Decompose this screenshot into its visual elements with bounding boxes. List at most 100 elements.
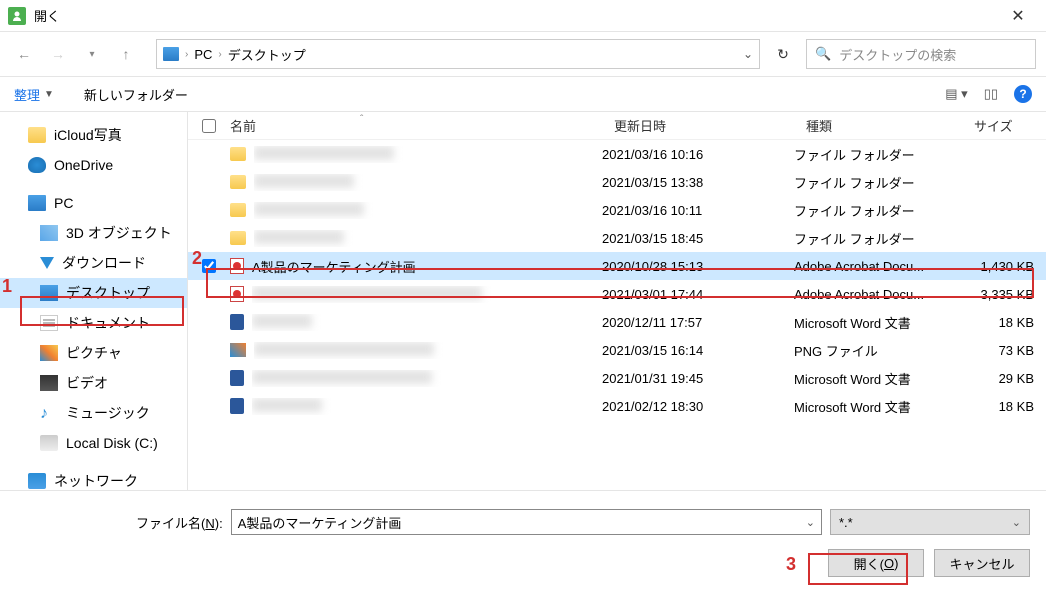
file-row[interactable]: 2021/01/31 19:45Microsoft Word 文書29 KB [188, 364, 1046, 392]
filename-value: A製品のマーケティング計画 [238, 513, 402, 532]
file-list: 名前ˆ 更新日時 種類 サイズ 2021/03/16 10:16ファイル フォル… [188, 112, 1046, 490]
sidebar-item-3d-objects[interactable]: 3D オブジェクト [0, 218, 187, 248]
chevron-right-icon: › [218, 49, 221, 60]
cancel-button[interactable]: キャンセル [934, 549, 1030, 577]
pictures-icon [40, 345, 58, 361]
sidebar-item-label: iCloud写真 [54, 125, 122, 145]
preview-pane-icon[interactable]: ▯▯ [984, 86, 998, 102]
filename-label: ファイル名(N): [16, 513, 223, 532]
annotation-3: 3 [786, 554, 796, 575]
nav-back-button[interactable]: ← [10, 40, 38, 68]
file-type: Microsoft Word 文書 [794, 369, 962, 388]
file-size: 1,430 KB [962, 259, 1034, 274]
chevron-down-icon[interactable]: ▼ [44, 89, 54, 100]
sidebar-item-documents[interactable]: ドキュメント [0, 308, 187, 338]
filename-input[interactable]: A製品のマーケティング計画 ⌄ [231, 509, 822, 535]
column-date[interactable]: 更新日時 [614, 116, 806, 135]
close-button[interactable]: ✕ [998, 6, 1038, 26]
sidebar-item-icloud[interactable]: iCloud写真 [0, 120, 187, 150]
sidebar-item-local-disk[interactable]: Local Disk (C:) [0, 428, 187, 458]
file-type: Microsoft Word 文書 [794, 397, 962, 416]
file-date: 2021/03/15 13:38 [602, 175, 794, 190]
sidebar-item-label: ネットワーク [54, 471, 138, 490]
sidebar-item-label: ビデオ [66, 373, 108, 393]
chevron-down-icon: ⌄ [1012, 516, 1021, 529]
sidebar-item-onedrive[interactable]: OneDrive [0, 150, 187, 180]
refresh-button[interactable]: ↻ [766, 39, 800, 69]
filetype-select[interactable]: *.* ⌄ [830, 509, 1030, 535]
pdf-icon [230, 258, 244, 274]
column-size[interactable]: サイズ [974, 116, 1046, 135]
file-row[interactable]: 2021/03/01 17:44Adobe Acrobat Docu...3,3… [188, 280, 1046, 308]
organize-menu[interactable]: 整理 [14, 85, 40, 104]
sidebar-item-label: デスクトップ [66, 283, 150, 303]
file-date: 2021/03/16 10:11 [602, 203, 794, 218]
file-date: 2021/01/31 19:45 [602, 371, 794, 386]
search-placeholder: デスクトップの検索 [839, 45, 956, 64]
column-type[interactable]: 種類 [806, 116, 974, 135]
sidebar-item-label: ミュージック [66, 403, 150, 423]
cube-icon [40, 225, 58, 241]
sidebar-item-label: ドキュメント [66, 313, 150, 333]
breadcrumb-desktop[interactable]: デスクトップ [228, 45, 306, 64]
column-label: 名前 [230, 119, 256, 134]
png-icon [230, 343, 246, 357]
search-input[interactable]: 🔍 デスクトップの検索 [806, 39, 1036, 69]
file-row[interactable]: 2021/03/15 18:45ファイル フォルダー [188, 224, 1046, 252]
file-date: 2020/10/28 15:13 [602, 259, 794, 274]
sidebar-item-pc[interactable]: PC [0, 188, 187, 218]
column-name[interactable]: 名前 ˆ [230, 116, 614, 135]
breadcrumb-pc[interactable]: PC [194, 47, 212, 62]
word-icon [230, 314, 244, 330]
new-folder-button[interactable]: 新しいフォルダー [84, 85, 188, 104]
file-row[interactable]: 2021/03/16 10:11ファイル フォルダー [188, 196, 1046, 224]
view-list-icon[interactable]: ▤ ▾ [945, 86, 967, 102]
sidebar-item-network[interactable]: ネットワーク [0, 466, 187, 490]
videos-icon [40, 375, 58, 391]
file-type: ファイル フォルダー [794, 229, 962, 248]
checkbox-header[interactable] [188, 119, 230, 133]
sidebar-item-videos[interactable]: ビデオ [0, 368, 187, 398]
desktop-icon [40, 285, 58, 301]
filetype-value: *.* [839, 515, 853, 530]
file-date: 2021/03/16 10:16 [602, 147, 794, 162]
nav-dropdown-icon[interactable]: ▾ [78, 40, 106, 68]
sidebar-item-pictures[interactable]: ピクチャ [0, 338, 187, 368]
pc-icon [28, 195, 46, 211]
open-button[interactable]: 開く(O) [828, 549, 924, 577]
file-row[interactable]: 2021/02/12 18:30Microsoft Word 文書18 KB [188, 392, 1046, 420]
file-row[interactable]: A製品のマーケティング計画2020/10/28 15:13Adobe Acrob… [188, 252, 1046, 280]
sidebar-item-downloads[interactable]: ダウンロード [0, 248, 187, 278]
file-name [254, 230, 602, 247]
dialog-title: 開く [34, 6, 60, 25]
onedrive-icon [28, 157, 46, 173]
file-date: 2021/03/01 17:44 [602, 287, 794, 302]
file-name: A製品のマーケティング計画 [252, 257, 602, 276]
file-row[interactable]: 2020/12/11 17:57Microsoft Word 文書18 KB [188, 308, 1046, 336]
document-icon [40, 315, 58, 331]
file-name [254, 146, 602, 163]
file-size: 3,335 KB [962, 287, 1034, 302]
sidebar-item-label: PC [54, 195, 73, 211]
file-type: ファイル フォルダー [794, 145, 962, 164]
chevron-down-icon[interactable]: ⌄ [806, 516, 815, 529]
sidebar-item-music[interactable]: ♪ミュージック [0, 398, 187, 428]
chevron-down-icon[interactable]: ⌄ [743, 47, 753, 61]
nav-up-button[interactable]: ↑ [112, 40, 140, 68]
nav-forward-button[interactable]: → [44, 40, 72, 68]
file-row[interactable]: 2021/03/15 16:14PNG ファイル73 KB [188, 336, 1046, 364]
file-row[interactable]: 2021/03/15 13:38ファイル フォルダー [188, 168, 1046, 196]
file-row[interactable]: 2021/03/16 10:16ファイル フォルダー [188, 140, 1046, 168]
sort-asc-icon: ˆ [360, 114, 363, 125]
address-bar[interactable]: › PC › デスクトップ ⌄ [156, 39, 760, 69]
file-name [252, 286, 602, 303]
disk-icon [40, 435, 58, 451]
network-icon [28, 473, 46, 489]
sidebar-item-label: 3D オブジェクト [66, 223, 172, 243]
file-name [252, 370, 602, 387]
sidebar: iCloud写真 OneDrive PC 3D オブジェクト ダウンロード デス… [0, 112, 188, 490]
sidebar-item-desktop[interactable]: デスクトップ [0, 278, 187, 308]
help-icon[interactable]: ? [1014, 85, 1032, 103]
annotation-1: 1 [2, 276, 12, 297]
folder-icon [230, 175, 246, 189]
